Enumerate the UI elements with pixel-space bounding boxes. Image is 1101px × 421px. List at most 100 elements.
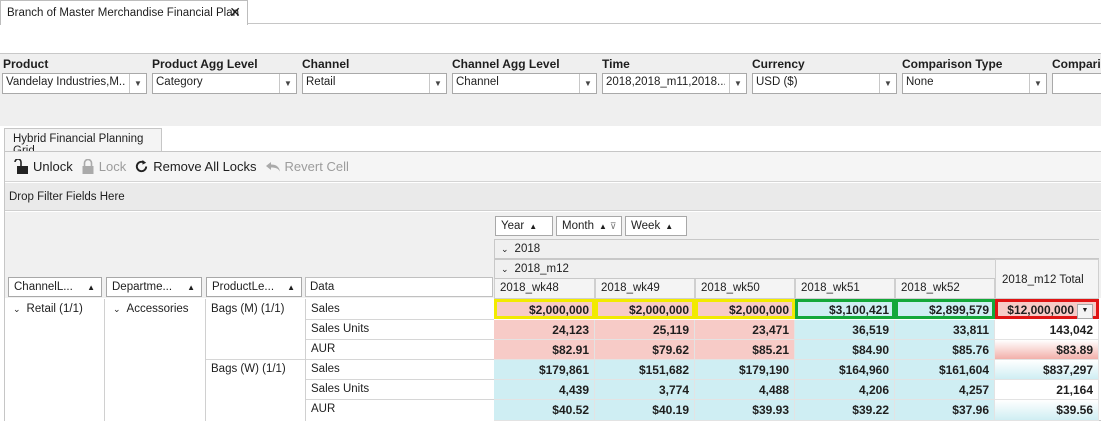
data-cell[interactable]: $82.91 — [494, 340, 595, 360]
sort-up-icon: ▲ — [87, 282, 95, 292]
unlock-button[interactable]: Unlock — [13, 158, 73, 175]
lock-toolbar: Unlock Lock Remove All Locks Revert Cell — [5, 152, 1101, 182]
data-cell[interactable]: $39.93 — [695, 400, 795, 421]
chevron-down-icon[interactable]: ▼ — [879, 74, 896, 93]
tab-hybrid-financial-planning-grid[interactable]: Hybrid Financial Planning Grid — [4, 128, 162, 157]
data-cell[interactable]: $161,604 — [895, 360, 995, 380]
filter-bar: Product Vandelay Industries,M... ▼ Produc… — [0, 54, 1101, 126]
week-header-wk50[interactable]: 2018_wk50 — [695, 279, 795, 299]
data-cell[interactable]: $85.76 — [895, 340, 995, 360]
total-cell[interactable]: 143,042 — [995, 320, 1099, 340]
remove-all-locks-label: Remove All Locks — [153, 159, 257, 174]
data-cell[interactable]: $179,190 — [695, 360, 795, 380]
total-cell[interactable]: 21,164 — [995, 380, 1099, 400]
remove-all-locks-button[interactable]: Remove All Locks — [134, 159, 257, 174]
row-channel-retail[interactable]: ⌄ Retail (1/1) — [8, 300, 104, 320]
row-field-department[interactable]: Departme... ▲ — [106, 277, 202, 297]
data-cell[interactable]: 3,774 — [595, 380, 695, 400]
month-total-header[interactable]: 2018_m12 Total — [995, 259, 1099, 299]
channel-agg-level-select[interactable]: Channel ▼ — [452, 73, 597, 94]
total-cell[interactable]: $12,000,000 ▼ — [995, 299, 1099, 319]
data-cell[interactable]: $39.22 — [795, 400, 895, 421]
filter-label-product-agg-level: Product Agg Level — [152, 57, 258, 71]
currency-select[interactable]: USD ($) ▼ — [752, 73, 897, 94]
filter-label-product: Product — [3, 57, 49, 71]
data-cell[interactable]: $40.52 — [494, 400, 595, 421]
column-field-year[interactable]: Year ▲ — [495, 216, 553, 236]
channel-select[interactable]: Retail ▼ — [302, 73, 447, 94]
data-cell[interactable]: $3,100,421 — [795, 299, 895, 319]
data-cell[interactable]: $79.62 — [595, 340, 695, 360]
data-cell[interactable]: $179,861 — [494, 360, 595, 380]
lock-button[interactable]: Lock — [81, 158, 126, 175]
total-cell[interactable]: $39.56 — [995, 400, 1099, 421]
data-cell[interactable]: $2,000,000 — [695, 299, 795, 319]
data-cell[interactable]: 33,811 — [895, 320, 995, 340]
week-header-wk52[interactable]: 2018_wk52 — [895, 279, 995, 299]
measure-label: AUR — [311, 403, 336, 415]
filter-label-time: Time — [602, 57, 630, 71]
data-cell[interactable]: 36,519 — [795, 320, 895, 340]
close-icon[interactable]: ✕ — [229, 4, 241, 21]
chevron-down-icon[interactable]: ▼ — [129, 74, 146, 93]
data-cell[interactable]: 4,257 — [895, 380, 995, 400]
chevron-down-icon[interactable]: ▼ — [729, 74, 746, 93]
column-field-month[interactable]: Month ▲ ⊽ — [556, 216, 622, 236]
year-group-header[interactable]: ⌄ 2018 — [494, 239, 1099, 259]
month-group-header[interactable]: ⌄ 2018_m12 — [494, 259, 995, 279]
document-tab[interactable]: Branch of Master Merchandise Financial P… — [0, 0, 248, 25]
week-header-wk49[interactable]: 2018_wk49 — [595, 279, 695, 299]
time-select[interactable]: 2018,2018_m11,2018... ▼ — [602, 73, 747, 94]
total-cell[interactable]: $837,297 — [995, 360, 1099, 380]
product-agg-level-select[interactable]: Category ▼ — [152, 73, 297, 94]
column-field-week[interactable]: Week ▲ — [625, 216, 687, 236]
measure-label: AUR — [306, 340, 494, 360]
comparison-type-select[interactable]: None ▼ — [902, 73, 1047, 94]
data-cell[interactable]: $2,000,000 — [494, 299, 595, 319]
data-cell[interactable]: $37.96 — [895, 400, 995, 421]
data-cell[interactable]: $40.19 — [595, 400, 695, 421]
data-cell[interactable]: $84.90 — [795, 340, 895, 360]
data-cell[interactable]: $85.21 — [695, 340, 795, 360]
chevron-down-icon[interactable]: ▼ — [279, 74, 296, 93]
data-cell[interactable]: 4,488 — [695, 380, 795, 400]
collapse-chevron-icon[interactable]: ⌄ — [113, 304, 121, 314]
data-cell[interactable]: 4,439 — [494, 380, 595, 400]
row-product-bags-w[interactable]: Bags (W) (1/1) — [206, 360, 305, 421]
week-header-wk51[interactable]: 2018_wk51 — [795, 279, 895, 299]
data-cell[interactable]: 24,123 — [494, 320, 595, 340]
measure-label: Sales Units — [306, 320, 494, 340]
total-cell[interactable]: $83.89 — [995, 340, 1099, 360]
row-divider — [104, 299, 105, 421]
comparison-select[interactable] — [1052, 73, 1101, 94]
data-cell[interactable]: $2,000,000 — [595, 299, 695, 319]
data-cell[interactable]: 4,206 — [795, 380, 895, 400]
chevron-down-icon[interactable]: ▼ — [1077, 304, 1093, 319]
data-cell[interactable]: 23,471 — [695, 320, 795, 340]
chevron-down-icon[interactable]: ▼ — [429, 74, 446, 93]
revert-cell-button[interactable]: Revert Cell — [265, 159, 349, 174]
data-cell[interactable]: $151,682 — [595, 360, 695, 380]
chevron-down-icon[interactable]: ▼ — [1029, 74, 1046, 93]
grid-tab-area — [0, 126, 1101, 152]
row-field-channel-level[interactable]: ChannelL... ▲ — [8, 277, 102, 297]
data-cell[interactable]: $2,899,579 — [895, 299, 995, 319]
filter-label-comparison-type: Comparison Type — [902, 57, 1003, 71]
collapse-chevron-icon[interactable]: ⌄ — [13, 304, 21, 314]
data-cell[interactable]: $164,960 — [795, 360, 895, 380]
row-product-bags-m[interactable]: Bags (M) (1/1) — [206, 300, 305, 360]
collapse-chevron-icon[interactable]: ⌄ — [501, 244, 509, 254]
filter-drop-zone[interactable]: Drop Filter Fields Here — [5, 183, 1101, 211]
product-select[interactable]: Vandelay Industries,M... ▼ — [2, 73, 147, 94]
week-header-wk48[interactable]: 2018_wk48 — [494, 279, 595, 299]
row-field-product-level[interactable]: ProductLe... ▲ — [206, 277, 302, 297]
row-department-accessories[interactable]: ⌄ Accessories — [108, 300, 205, 320]
filter-funnel-icon[interactable]: ⊽ — [610, 221, 617, 232]
data-cell[interactable]: 25,119 — [595, 320, 695, 340]
measure-label: Sales Units — [306, 380, 494, 400]
data-field-header: Data — [305, 277, 493, 297]
filter-label-comparison: Comparis — [1052, 57, 1101, 71]
collapse-chevron-icon[interactable]: ⌄ — [501, 264, 509, 274]
sort-up-icon: ▲ — [598, 221, 607, 231]
chevron-down-icon[interactable]: ▼ — [579, 74, 596, 93]
